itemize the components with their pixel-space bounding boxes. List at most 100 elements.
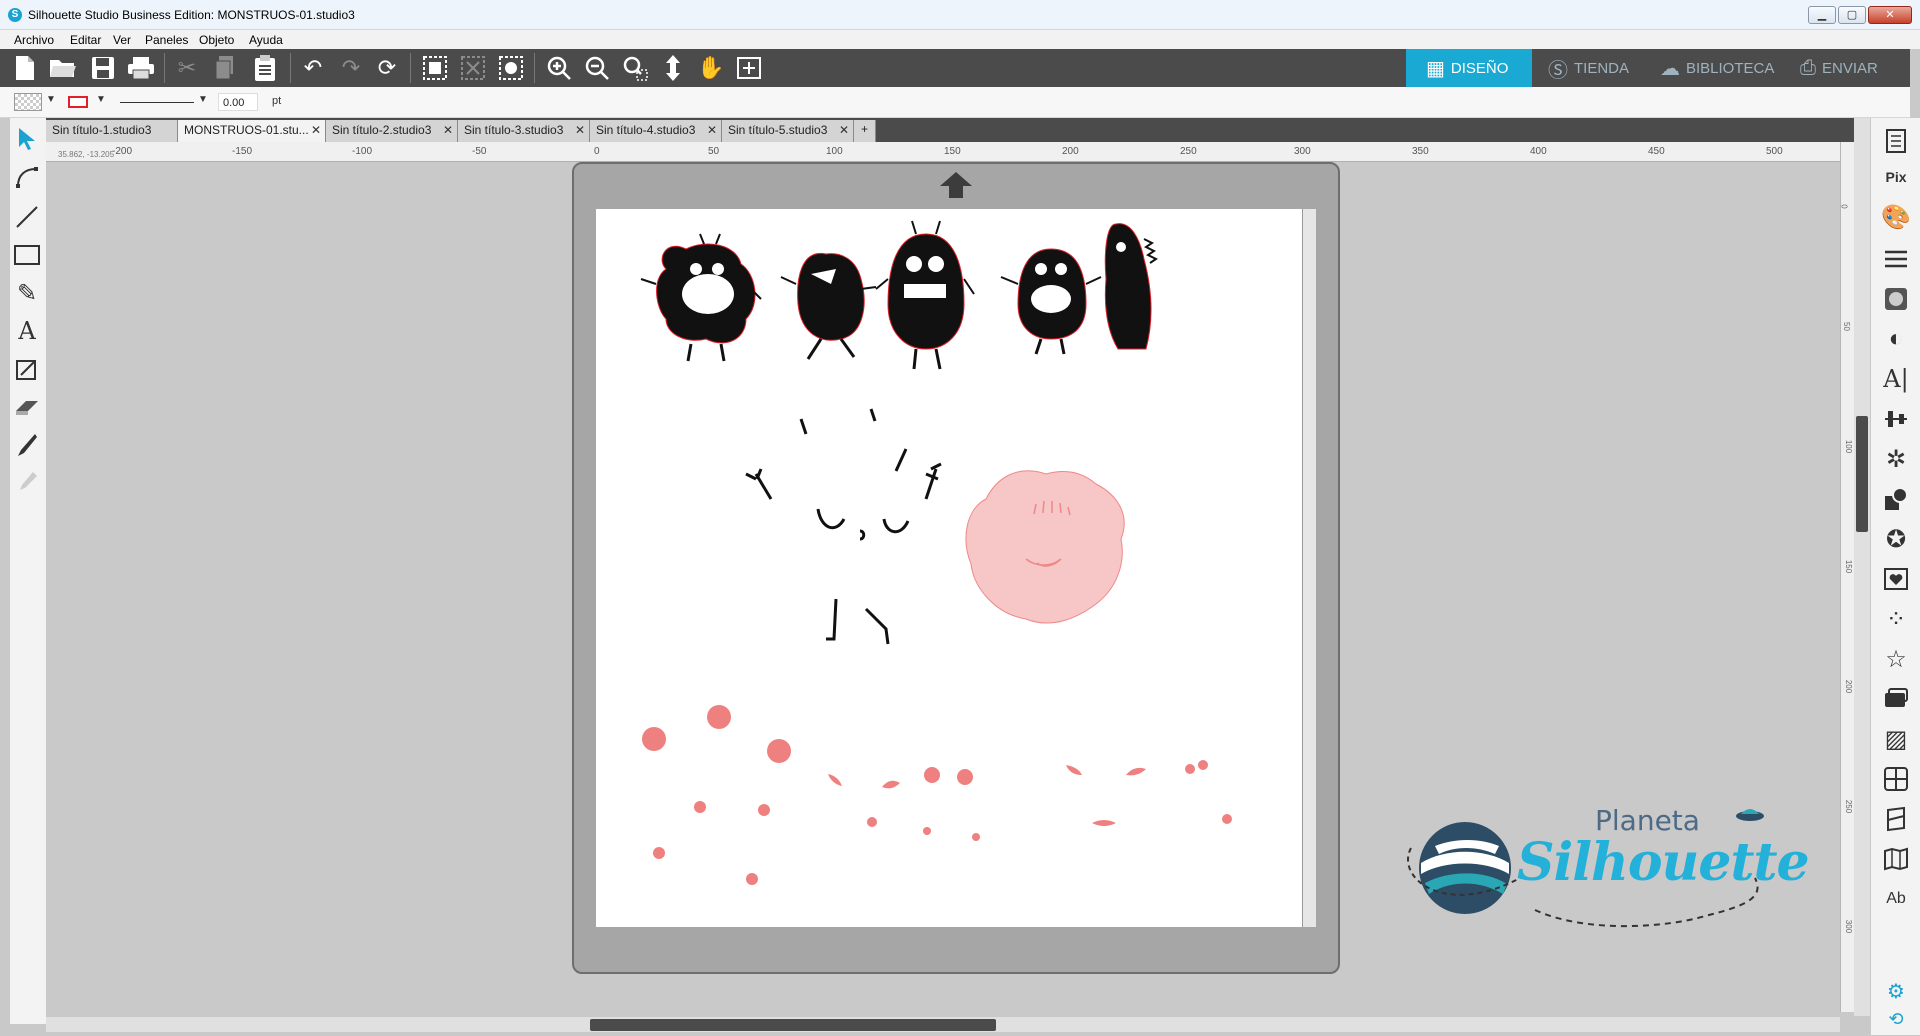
- line-style-icon[interactable]: [1879, 242, 1913, 276]
- zoom-select-icon[interactable]: [620, 53, 650, 83]
- modify-shapes-icon[interactable]: [1879, 482, 1913, 516]
- redo-icon[interactable]: ↷: [336, 53, 366, 83]
- eraser-tool-icon[interactable]: [12, 392, 42, 422]
- menu-editar[interactable]: Editar: [70, 33, 101, 47]
- ruler-tick: 50: [708, 146, 720, 157]
- image-edit-icon[interactable]: [12, 354, 42, 384]
- trace-icon[interactable]: [1879, 562, 1913, 596]
- group-icon[interactable]: [420, 53, 450, 83]
- sync-icon[interactable]: ⟲: [1879, 1002, 1913, 1036]
- ruler-tick: -200: [112, 146, 133, 157]
- undo-icon[interactable]: ↶: [298, 53, 328, 83]
- close-tab-icon[interactable]: ✕: [707, 123, 717, 137]
- line-style-dropdown-arrow-icon[interactable]: ▼: [198, 94, 208, 105]
- map-fold-icon[interactable]: [1879, 842, 1913, 876]
- align-icon[interactable]: [1879, 402, 1913, 436]
- replicate-icon[interactable]: ✲: [1879, 442, 1913, 476]
- design-page[interactable]: [596, 209, 1302, 927]
- line-style-preview[interactable]: [120, 102, 194, 103]
- menu-paneles[interactable]: Paneles: [145, 33, 188, 47]
- fill-color-swatch[interactable]: [14, 93, 42, 111]
- doc-tab[interactable]: Sin título-4.studio3 ✕: [590, 120, 722, 142]
- library-store-icon[interactable]: [1879, 762, 1913, 796]
- minimize-button[interactable]: ▁: [1808, 6, 1836, 24]
- monster-4-shape[interactable]: [1000, 248, 1102, 355]
- ruler-tick: 100: [826, 146, 843, 157]
- close-tab-icon[interactable]: ✕: [443, 123, 453, 137]
- contrast-icon[interactable]: ◐: [1879, 322, 1913, 356]
- fit-page-icon[interactable]: [658, 53, 688, 83]
- doc-tab[interactable]: Sin título-1.studio3: [46, 120, 178, 142]
- fill-palette-icon[interactable]: 🎨: [1879, 200, 1913, 234]
- line-width-unit: pt: [272, 95, 282, 107]
- doc-tab[interactable]: Sin título-5.studio3 ✕: [722, 120, 854, 142]
- vertical-scrollbar[interactable]: [1854, 118, 1870, 1016]
- close-button[interactable]: ✕: [1868, 6, 1912, 24]
- select-arrow-icon[interactable]: [12, 124, 42, 154]
- pink-monster-shape[interactable]: [965, 470, 1125, 624]
- copy-icon[interactable]: [210, 53, 240, 83]
- new-document-icon[interactable]: [10, 53, 40, 83]
- print-and-cut-icon[interactable]: [1879, 802, 1913, 836]
- tab-diseno[interactable]: ▦ DISEÑO: [1406, 49, 1532, 87]
- vertical-scroll-thumb[interactable]: [1856, 416, 1868, 532]
- menu-ayuda[interactable]: Ayuda: [249, 33, 283, 47]
- menu-archivo[interactable]: Archivo: [14, 33, 54, 47]
- add-page-icon[interactable]: [734, 53, 764, 83]
- edit-points-icon[interactable]: [12, 162, 42, 192]
- pencil-tool-icon[interactable]: ✎: [12, 278, 42, 308]
- monster-parts-shapes[interactable]: [745, 408, 942, 645]
- font-glyph-icon[interactable]: Ab: [1879, 882, 1913, 916]
- horizontal-scroll-thumb[interactable]: [590, 1019, 996, 1031]
- cut-icon[interactable]: ✂: [172, 53, 202, 83]
- text-style-icon[interactable]: A|: [1879, 362, 1913, 396]
- ungroup-icon[interactable]: [458, 53, 488, 83]
- image-effects-icon[interactable]: [1879, 282, 1913, 316]
- doc-tab[interactable]: Sin título-2.studio3 ✕: [326, 120, 458, 142]
- tab-enviar[interactable]: ⎙ ENVIAR: [1800, 49, 1910, 87]
- pan-hand-icon[interactable]: ✋: [696, 53, 726, 83]
- monster-1-shape[interactable]: [640, 233, 762, 362]
- line-width-input[interactable]: 0.00: [218, 93, 258, 111]
- color-select-icon[interactable]: [496, 53, 526, 83]
- line-color-swatch[interactable]: [68, 96, 88, 108]
- monster-2-shape[interactable]: [780, 253, 877, 360]
- page-setup-icon[interactable]: [1879, 124, 1913, 158]
- doc-tab[interactable]: Sin título-3.studio3 ✕: [458, 120, 590, 142]
- close-tab-icon[interactable]: ✕: [311, 123, 321, 137]
- text-tool-icon[interactable]: A: [12, 316, 42, 346]
- pink-dots-shapes[interactable]: [642, 705, 1232, 885]
- horizontal-scrollbar[interactable]: [46, 1016, 1840, 1032]
- rectangle-tool-icon[interactable]: [12, 240, 42, 270]
- paste-icon[interactable]: [250, 53, 280, 83]
- tab-tienda[interactable]: Ⓢ TIENDA: [1548, 49, 1658, 87]
- design-artwork[interactable]: [596, 209, 1302, 927]
- print-icon[interactable]: [126, 53, 156, 83]
- refresh-icon[interactable]: ⟳: [372, 53, 402, 83]
- menu-objeto[interactable]: Objeto: [199, 33, 234, 47]
- zoom-in-icon[interactable]: [544, 53, 574, 83]
- close-tab-icon[interactable]: ✕: [839, 123, 849, 137]
- add-tab-button[interactable]: +: [854, 120, 876, 142]
- eyedropper-icon[interactable]: [12, 468, 42, 498]
- zoom-out-icon[interactable]: [582, 53, 612, 83]
- maximize-button[interactable]: ▢: [1838, 6, 1866, 24]
- sketch-dots-icon[interactable]: ⁘: [1879, 602, 1913, 636]
- doc-tab[interactable]: MONSTRUOS-01.stu... ✕: [178, 120, 326, 142]
- pixscan-icon[interactable]: Pix: [1879, 160, 1913, 194]
- favorites-star-icon[interactable]: ☆: [1879, 642, 1913, 676]
- close-tab-icon[interactable]: ✕: [575, 123, 585, 137]
- fill-dropdown-arrow-icon[interactable]: ▼: [46, 94, 56, 105]
- knife-tool-icon[interactable]: [12, 430, 42, 460]
- line-tool-icon[interactable]: [12, 202, 42, 232]
- layers-icon[interactable]: [1879, 682, 1913, 716]
- line-color-dropdown-arrow-icon[interactable]: ▼: [96, 94, 106, 105]
- save-icon[interactable]: [88, 53, 118, 83]
- monster-3-shape[interactable]: [875, 220, 975, 370]
- tab-biblioteca[interactable]: ☁ BIBLIOTECA: [1660, 49, 1800, 87]
- monster-5-shape[interactable]: [1104, 223, 1158, 350]
- hatch-fill-icon[interactable]: ▨: [1879, 722, 1913, 756]
- menu-ver[interactable]: Ver: [113, 33, 131, 47]
- offset-star-icon[interactable]: ✪: [1879, 522, 1913, 556]
- open-folder-icon[interactable]: [48, 53, 78, 83]
